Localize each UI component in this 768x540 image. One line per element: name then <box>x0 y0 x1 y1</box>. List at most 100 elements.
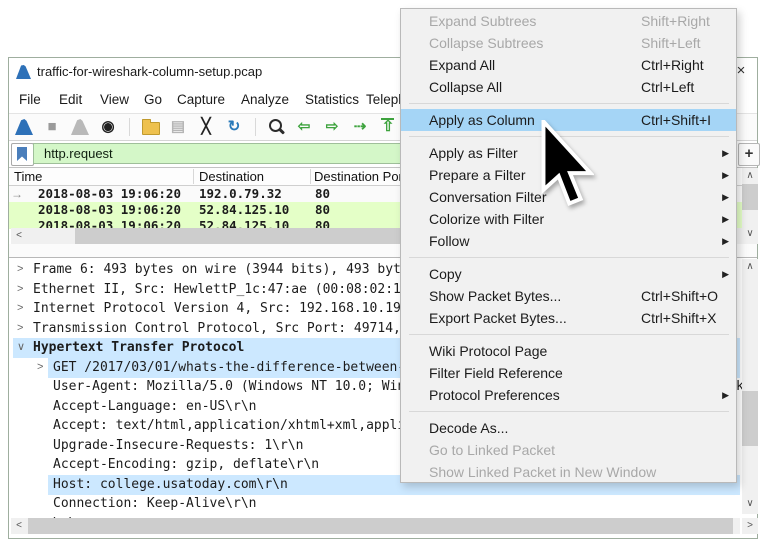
context-menu-item-label: Colorize with Filter <box>429 208 544 230</box>
detail-row-text: Frame 6: 493 bytes on wire (3944 bits), … <box>33 260 409 279</box>
column-header-destination[interactable]: Destination <box>199 168 264 185</box>
context-menu-item-label: Collapse Subtrees <box>429 32 543 54</box>
go-to-packet-icon[interactable]: ⇢ <box>348 116 372 138</box>
open-file-icon <box>142 122 160 135</box>
context-menu-item-label: Collapse All <box>429 76 502 98</box>
submenu-arrow-icon: ▶ <box>722 384 729 406</box>
go-to-top-icon[interactable]: ⇧ <box>376 116 400 138</box>
detail-hscroll-right-button[interactable]: > <box>742 518 758 534</box>
context-menu-separator <box>401 98 736 109</box>
detail-hscroll-thumb[interactable] <box>28 518 733 534</box>
packet-list-vscroll-down-button[interactable]: ∨ <box>742 226 758 242</box>
expand-icon[interactable]: > <box>17 319 23 338</box>
expand-icon[interactable]: > <box>17 280 23 299</box>
submenu-arrow-icon: ▶ <box>722 142 729 164</box>
expand-icon[interactable]: > <box>17 299 23 318</box>
expand-icon[interactable]: > <box>37 358 43 377</box>
display-filter-value: http.request <box>44 144 113 163</box>
window-title: traffic-for-wireshark-column-setup.pcap <box>37 58 262 86</box>
menubar-item-edit[interactable]: Edit <box>59 86 82 113</box>
detail-row-text: Host: college.usatoday.com\r\n <box>53 475 288 494</box>
context-menu-item-protocol-preferences[interactable]: Protocol Preferences▶ <box>401 384 736 406</box>
submenu-arrow-icon: ▶ <box>722 230 729 252</box>
context-menu-item-export-packet-bytes[interactable]: Export Packet Bytes...Ctrl+Shift+X <box>401 307 736 329</box>
context-menu-item-label: Prepare a Filter <box>429 164 525 186</box>
detail-row-text: Accept-Language: en-US\r\n <box>53 397 257 416</box>
packet-list-vscroll-thumb[interactable] <box>742 184 758 210</box>
context-menu-item-colorize-with-filter[interactable]: Colorize with Filter ▶ <box>401 208 736 230</box>
detail-row-text: User-Agent: Mozilla/5.0 (Windows NT 10.0… <box>53 377 405 396</box>
menubar-item-view[interactable]: View <box>100 86 129 113</box>
context-menu-item-filter-field-reference[interactable]: Filter Field Reference <box>401 362 736 384</box>
bookmark-icon <box>17 147 27 161</box>
detail-row-text: Transmission Control Protocol, Src Port:… <box>33 319 401 338</box>
menubar-item-analyze[interactable]: Analyze <box>241 86 289 113</box>
packet-cell-destination: 52.84.125.10 <box>199 202 289 218</box>
context-menu-item-shortcut: Ctrl+Right <box>641 54 704 76</box>
wireshark-fin-icon <box>15 119 33 135</box>
go-forward-icon[interactable]: ⇨ <box>320 116 344 138</box>
detail-vscroll-down-button[interactable]: ∨ <box>742 496 758 512</box>
context-menu-item-expand-all[interactable]: Expand AllCtrl+Right <box>401 54 736 76</box>
detail-vscroll-up-button[interactable]: ∧ <box>742 259 758 275</box>
close-file-icon[interactable]: ╳ <box>194 116 218 138</box>
detail-row-text: Accept-Encoding: gzip, deflate\r\n <box>53 455 319 474</box>
menubar-item-go[interactable]: Go <box>144 86 162 113</box>
find-packet-icon[interactable] <box>264 116 288 138</box>
menubar-item-capture[interactable]: Capture <box>177 86 225 113</box>
context-menu-item-label: Conversation Filter <box>429 186 547 208</box>
packet-list-hscroll-left-button[interactable]: < <box>11 228 27 244</box>
detail-row[interactable]: Connection: Keep-Alive\r\n <box>9 494 742 514</box>
context-menu-item-label: Export Packet Bytes... <box>429 307 567 329</box>
reload-file-icon[interactable]: ↻ <box>222 116 246 138</box>
submenu-arrow-icon: ▶ <box>722 263 729 285</box>
context-menu-item-show-packet-bytes[interactable]: Show Packet Bytes...Ctrl+Shift+O <box>401 285 736 307</box>
context-menu-item-label: Show Linked Packet in New Window <box>429 461 656 483</box>
stop-capture-icon[interactable]: ■ <box>40 116 64 138</box>
context-menu-item-copy[interactable]: Copy ▶ <box>401 263 736 285</box>
context-menu-separator <box>401 329 736 340</box>
column-separator[interactable] <box>310 169 311 184</box>
context-menu-item-decode-as[interactable]: Decode As... <box>401 417 736 439</box>
column-header-time[interactable]: Time <box>14 168 42 185</box>
collapse-icon[interactable]: ∨ <box>17 338 25 357</box>
wireshark-fin-icon[interactable] <box>12 116 36 138</box>
context-menu-item-go-to-linked-packet: Go to Linked Packet <box>401 439 736 461</box>
context-menu-item-follow[interactable]: Follow ▶ <box>401 230 736 252</box>
filter-add-button[interactable]: + <box>738 143 760 166</box>
column-separator[interactable] <box>193 169 194 184</box>
menubar-item-file[interactable]: File <box>19 86 41 113</box>
submenu-arrow-icon: ▶ <box>722 164 729 186</box>
filter-bookmark-button[interactable] <box>11 143 34 166</box>
mouse-cursor-pointer <box>540 120 594 208</box>
submenu-arrow-icon: ▶ <box>722 208 729 230</box>
detail-row-text: Ethernet II, Src: HewlettP_1c:47:ae (00:… <box>33 280 409 299</box>
context-menu-item-label: Filter Field Reference <box>429 362 563 384</box>
context-menu-item-label: Go to Linked Packet <box>429 439 555 461</box>
detail-vscroll-thumb[interactable] <box>742 391 758 446</box>
menubar-item-statistics[interactable]: Statistics <box>305 86 359 113</box>
open-file-icon[interactable] <box>138 116 162 138</box>
context-menu-item-label: Wiki Protocol Page <box>429 340 547 362</box>
packet-list-vscroll-up-button[interactable]: ∧ <box>742 168 758 184</box>
detail-row-text: Internet Protocol Version 4, Src: 192.16… <box>33 299 409 318</box>
capture-options-fin-icon[interactable] <box>68 116 92 138</box>
context-menu-item-label: Show Packet Bytes... <box>429 285 561 307</box>
context-menu-item-shortcut: Ctrl+Shift+I <box>641 109 711 131</box>
context-menu-item-collapse-all[interactable]: Collapse AllCtrl+Left <box>401 76 736 98</box>
save-file-icon[interactable]: ▤ <box>166 116 190 138</box>
context-menu-item-wiki-protocol-page[interactable]: Wiki Protocol Page <box>401 340 736 362</box>
go-back-icon[interactable]: ⇦ <box>292 116 316 138</box>
context-menu-item-label: Apply as Filter <box>429 142 518 164</box>
packet-cell-port: 80 <box>315 202 330 218</box>
detail-hscroll-left-button[interactable]: < <box>11 518 27 534</box>
context-menu-item-shortcut: Shift+Left <box>641 32 701 54</box>
context-menu-item-label: Follow <box>429 230 469 252</box>
detail-vscroll-track[interactable] <box>742 259 758 514</box>
context-menu-separator <box>401 406 736 417</box>
expand-icon[interactable]: > <box>17 260 23 279</box>
capture-settings-icon[interactable]: ◉ <box>96 116 120 138</box>
detail-row-text: Hypertext Transfer Protocol <box>33 338 244 357</box>
column-header-destination-port[interactable]: Destination Port <box>314 168 407 185</box>
context-menu-item-label: Copy <box>429 263 462 285</box>
